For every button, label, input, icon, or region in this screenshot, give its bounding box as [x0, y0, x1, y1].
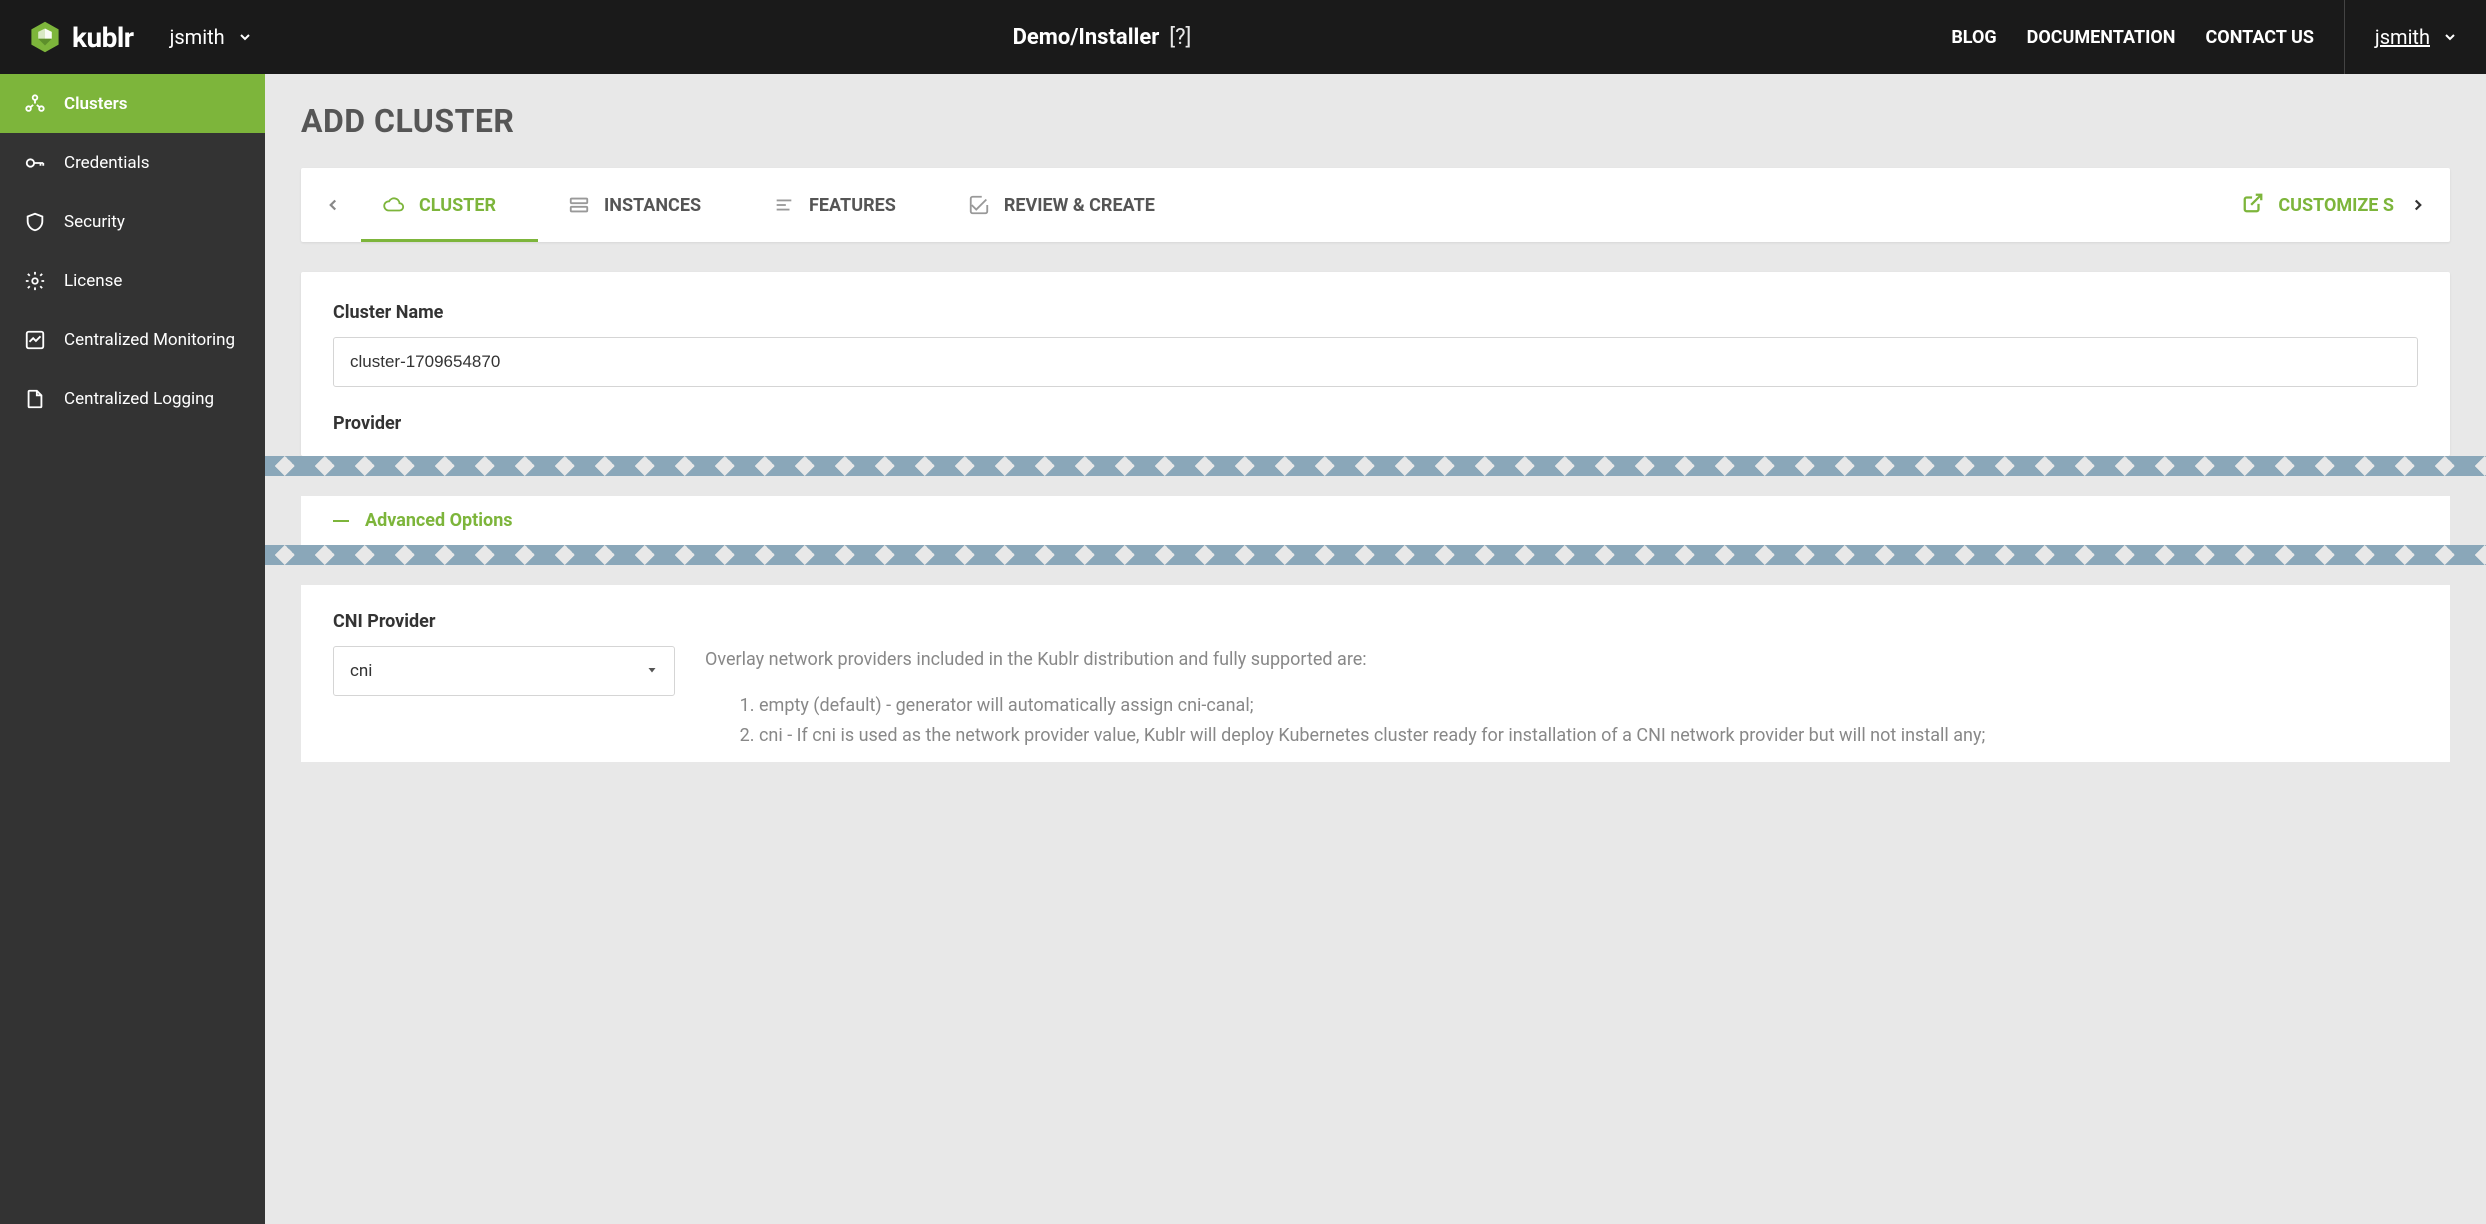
cni-provider-label: CNI Provider [333, 611, 2418, 632]
sidebar-item-monitoring[interactable]: Centralized Monitoring [0, 310, 265, 369]
tab-features[interactable]: FEATURES [737, 168, 932, 242]
user-menu-name: jsmith [2375, 25, 2430, 49]
cluster-name-label: Cluster Name [333, 302, 2418, 323]
shield-icon [24, 211, 46, 233]
tab-review[interactable]: REVIEW & CREATE [932, 168, 1191, 242]
tab-label: REVIEW & CREATE [1004, 195, 1155, 216]
cluster-form: Cluster Name Provider [301, 272, 2450, 456]
context-switcher[interactable]: jsmith [170, 25, 253, 49]
cluster-name-input[interactable] [333, 337, 2418, 387]
sidebar-item-label: License [64, 271, 122, 291]
cni-provider-section: CNI Provider cni Overlay network provide… [301, 585, 2450, 762]
logo-hexagon-icon [28, 20, 62, 54]
help-link[interactable]: [?] [1169, 25, 1191, 50]
external-icon [2242, 192, 2264, 219]
file-icon [24, 388, 46, 410]
sidebar-item-label: Centralized Logging [64, 389, 214, 409]
sidebar-item-logging[interactable]: Centralized Logging [0, 369, 265, 428]
cni-provider-select[interactable]: cni [333, 646, 675, 696]
checkbox-icon [968, 194, 990, 216]
sidebar-item-label: Security [64, 212, 125, 232]
breadcrumb-text: Demo/Installer [1013, 25, 1160, 50]
sidebar-item-credentials[interactable]: Credentials [0, 133, 265, 192]
sidebar: Clusters Credentials Security License Ce… [0, 74, 265, 1224]
sidebar-item-label: Clusters [64, 94, 127, 114]
minus-icon [333, 520, 349, 522]
chevron-down-icon [237, 29, 253, 45]
sidebar-item-license[interactable]: License [0, 251, 265, 310]
content-truncation-indicator [265, 456, 2486, 496]
chevron-down-icon [2442, 29, 2458, 45]
nav-blog[interactable]: BLOG [1951, 27, 1996, 48]
breadcrumb: Demo/Installer [?] [253, 25, 1952, 50]
clusters-icon [24, 93, 46, 115]
list-icon [773, 194, 795, 216]
top-navigation: BLOG DOCUMENTATION CONTACT US [1951, 27, 2314, 48]
cni-description-intro: Overlay network providers included in th… [705, 646, 2418, 674]
brand-logo[interactable]: kublr [28, 20, 134, 54]
sidebar-item-security[interactable]: Security [0, 192, 265, 251]
tab-instances[interactable]: INSTANCES [532, 168, 737, 242]
user-menu[interactable]: jsmith [2344, 0, 2458, 74]
cni-provider-value: cni [350, 661, 372, 681]
nav-contact[interactable]: CONTACT US [2206, 27, 2314, 48]
sidebar-item-clusters[interactable]: Clusters [0, 74, 265, 133]
wizard-tabs: CLUSTER INSTANCES FEATURES [301, 168, 2450, 242]
caret-down-icon [646, 661, 658, 681]
main-content: ADD CLUSTER CLUSTER INSTANCES [265, 74, 2486, 1224]
provider-label: Provider [333, 413, 2418, 434]
nav-documentation[interactable]: DOCUMENTATION [2027, 27, 2176, 48]
sidebar-item-label: Credentials [64, 153, 150, 173]
page-title: ADD CLUSTER [301, 102, 2450, 140]
cloud-icon [383, 194, 405, 216]
content-truncation-indicator [265, 545, 2486, 585]
server-icon [568, 194, 590, 216]
tab-label: INSTANCES [604, 195, 701, 216]
sidebar-item-label: Centralized Monitoring [64, 330, 235, 350]
tab-cluster[interactable]: CLUSTER [347, 168, 532, 242]
customize-label: CUSTOMIZE S [2278, 195, 2394, 216]
topbar: kublr jsmith Demo/Installer [?] BLOG DOC… [0, 0, 2486, 74]
advanced-options-label: Advanced Options [365, 510, 513, 531]
cni-description: Overlay network providers included in th… [705, 646, 2418, 752]
gear-icon [24, 270, 46, 292]
context-user-label: jsmith [170, 25, 225, 49]
tab-scroll-left-button[interactable] [319, 168, 347, 242]
key-icon [24, 152, 46, 174]
cni-option-item: cni - If cni is used as the network prov… [759, 722, 2418, 750]
advanced-options-toggle[interactable]: Advanced Options [301, 496, 2450, 545]
monitoring-icon [24, 329, 46, 351]
brand-name: kublr [72, 21, 134, 54]
customize-spec-button[interactable]: CUSTOMIZE S [2214, 192, 2404, 219]
tab-label: CLUSTER [419, 195, 496, 216]
cni-option-item: empty (default) - generator will automat… [759, 692, 2418, 720]
tab-label: FEATURES [809, 195, 896, 216]
tab-scroll-right-button[interactable] [2404, 168, 2432, 242]
